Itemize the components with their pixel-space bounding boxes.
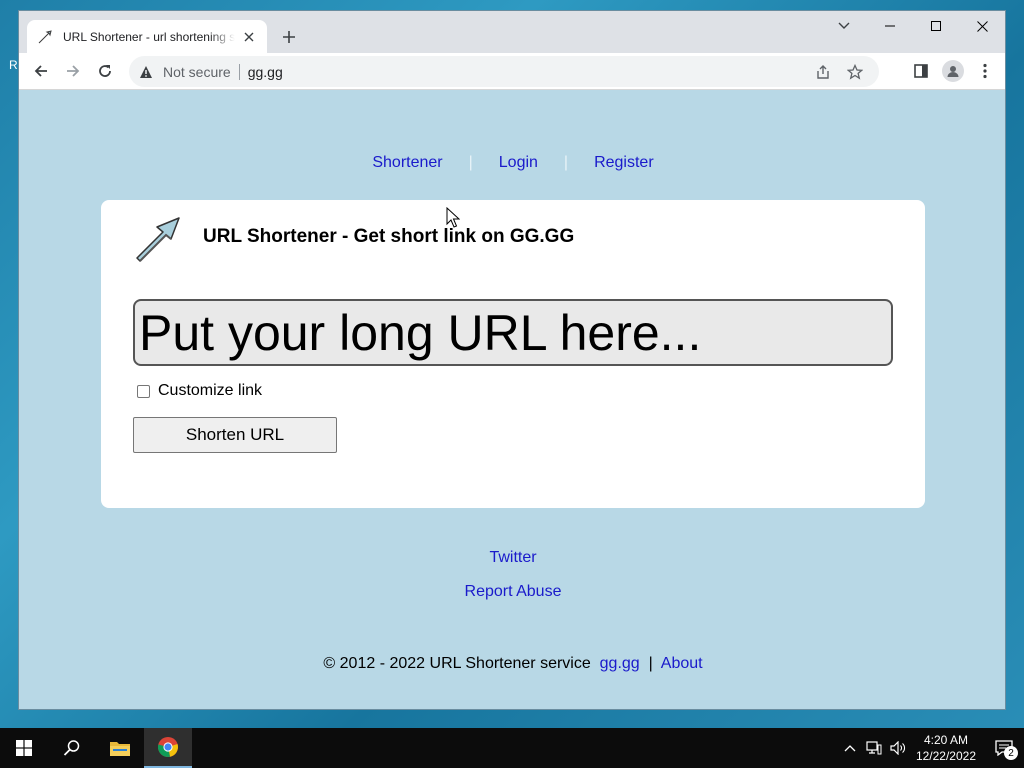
nav-link-login[interactable]: Login [499,154,538,171]
page-content: Shortener | Login | Register URL Shortener -… [19,91,1005,709]
chevron-up-icon[interactable] [838,728,862,768]
close-tab-icon[interactable] [241,29,257,45]
taskbar: 4:20 AM 12/22/2022 2 [0,728,1024,768]
windows-start-icon[interactable] [0,728,48,768]
address-bar[interactable]: Not secure gg.gg [129,56,879,87]
maximize-icon[interactable] [913,11,959,41]
bookmark-star-icon[interactable] [839,56,871,87]
customize-link-label[interactable]: Customize link [158,382,262,400]
notification-icon[interactable]: 2 [984,728,1024,768]
footer-about-link[interactable]: About [661,655,703,672]
customize-link-row[interactable]: Customize link [137,382,262,400]
tab-title: URL Shortener - url shortening service [63,29,235,44]
side-panel-icon[interactable] [905,55,937,87]
file-explorer-icon[interactable] [96,728,144,768]
minimize-icon[interactable] [867,11,913,41]
profile-avatar-icon[interactable] [937,55,969,87]
twitter-link-row: Twitter [19,549,1005,567]
nav-link-shortener[interactable]: Shortener [372,154,442,171]
back-arrow-icon[interactable] [25,55,57,87]
share-icon[interactable] [807,56,839,87]
new-tab-icon[interactable] [277,25,301,49]
reload-icon[interactable] [89,55,121,87]
nav-divider: | [563,154,569,171]
warning-icon[interactable] [139,64,155,80]
customize-link-checkbox[interactable] [137,384,150,398]
shorten-url-button[interactable]: Shorten URL [133,417,337,453]
top-navigation: Shortener | Login | Register [19,154,1005,172]
copyright-text: © 2012 - 2022 URL Shortener service [323,655,591,672]
window-controls [821,11,1005,41]
omnibox-separator [238,63,240,80]
shortener-card: URL Shortener - Get short link on GG.GG … [101,200,925,508]
system-tray: 4:20 AM 12/22/2022 2 [838,728,1024,768]
long-url-input[interactable] [133,299,893,366]
close-window-icon[interactable] [959,11,1005,41]
browser-window: URL Shortener - url shortening service [18,10,1006,710]
report-abuse-link[interactable]: Report Abuse [465,583,562,600]
mouse-cursor-icon [446,206,461,234]
report-abuse-row: Report Abuse [19,583,1005,601]
forward-arrow-icon[interactable] [57,55,89,87]
site-logo-arrow-icon [131,214,183,264]
footer-copyright: © 2012 - 2022 URL Shortener service gg.g… [19,655,1005,673]
footer-site-link[interactable]: gg.gg [600,655,640,672]
omnibox-actions [807,56,871,87]
clock-time: 4:20 AM [923,733,968,747]
site-favicon-icon [37,29,53,45]
desktop-icon-label: R [9,58,18,72]
card-title: URL Shortener - Get short link on GG.GG [203,226,575,247]
clock-date: 12/22/2022 [915,749,976,763]
toolbar-actions [905,55,1001,87]
nav-divider: | [468,154,473,171]
browser-tab[interactable]: URL Shortener - url shortening service [27,20,267,53]
security-status[interactable]: Not secure [163,64,231,80]
nav-link-register[interactable]: Register [594,154,654,171]
menu-kebab-icon[interactable] [969,55,1001,87]
taskbar-clock[interactable]: 4:20 AM 12/22/2022 [916,732,976,764]
url-text[interactable]: gg.gg [248,64,283,80]
chrome-icon[interactable] [144,728,192,768]
network-icon[interactable] [862,728,886,768]
notification-count-badge: 2 [1004,746,1018,760]
volume-icon[interactable] [886,728,910,768]
tab-search-icon[interactable] [821,11,867,41]
browser-toolbar: Not secure gg.gg [19,53,1005,90]
search-icon[interactable] [48,728,96,768]
tab-strip: URL Shortener - url shortening service [19,11,1005,53]
footer-divider: | [648,655,653,672]
twitter-link[interactable]: Twitter [489,549,536,566]
